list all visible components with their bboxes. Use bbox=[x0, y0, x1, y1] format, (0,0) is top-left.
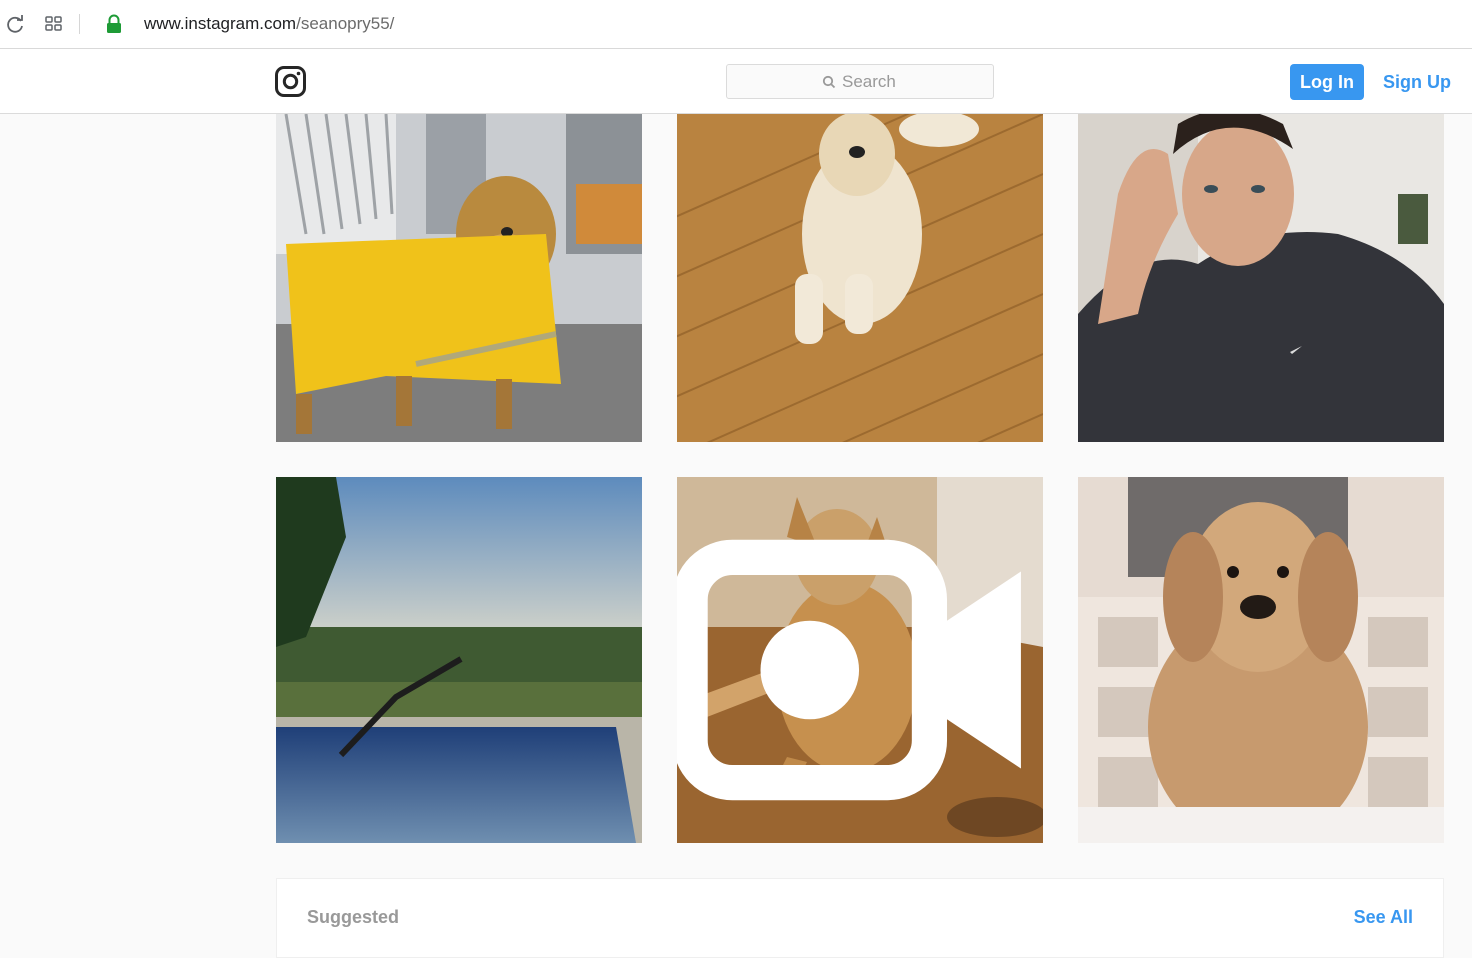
photo-pool[interactable] bbox=[276, 477, 642, 843]
photo-dog-floor[interactable] bbox=[677, 114, 1043, 442]
instagram-navbar: Log In Sign Up bbox=[0, 49, 1472, 114]
suggested-title: Suggested bbox=[307, 907, 400, 927]
search-input[interactable] bbox=[842, 71, 898, 92]
url-host: www.instagram.com bbox=[144, 14, 297, 33]
url-field[interactable]: www.instagram.com/seanopry55/ bbox=[144, 13, 394, 35]
photo-pool-image bbox=[276, 477, 642, 843]
photo-dog-raincoat-image bbox=[276, 114, 642, 442]
instagram-logo-icon[interactable] bbox=[275, 66, 306, 97]
photo-man-hoodie-image bbox=[1078, 114, 1444, 442]
signup-link[interactable]: Sign Up bbox=[1383, 72, 1451, 92]
browser-address-bar: www.instagram.com/seanopry55/ bbox=[0, 0, 1472, 49]
suggested-panel: Suggested See All bbox=[276, 878, 1444, 958]
search-icon bbox=[822, 75, 836, 88]
photo-man-hoodie[interactable] bbox=[1078, 114, 1444, 442]
photo-dog-portrait-image bbox=[1078, 477, 1444, 843]
lock-icon[interactable] bbox=[103, 13, 125, 35]
photo-dog-dancing[interactable] bbox=[677, 477, 1043, 843]
reload-icon[interactable] bbox=[4, 13, 26, 35]
search-box[interactable] bbox=[726, 64, 994, 99]
apps-icon[interactable] bbox=[43, 13, 65, 35]
url-path: /seanopry55/ bbox=[296, 14, 395, 33]
address-bar-divider bbox=[79, 14, 80, 34]
photo-dog-floor-image bbox=[677, 114, 1043, 442]
login-button[interactable]: Log In bbox=[1290, 64, 1364, 100]
photo-dog-raincoat[interactable] bbox=[276, 114, 642, 442]
video-icon bbox=[677, 539, 1021, 801]
photo-dog-portrait[interactable] bbox=[1078, 477, 1444, 843]
see-all-link[interactable]: See All bbox=[1354, 907, 1413, 928]
